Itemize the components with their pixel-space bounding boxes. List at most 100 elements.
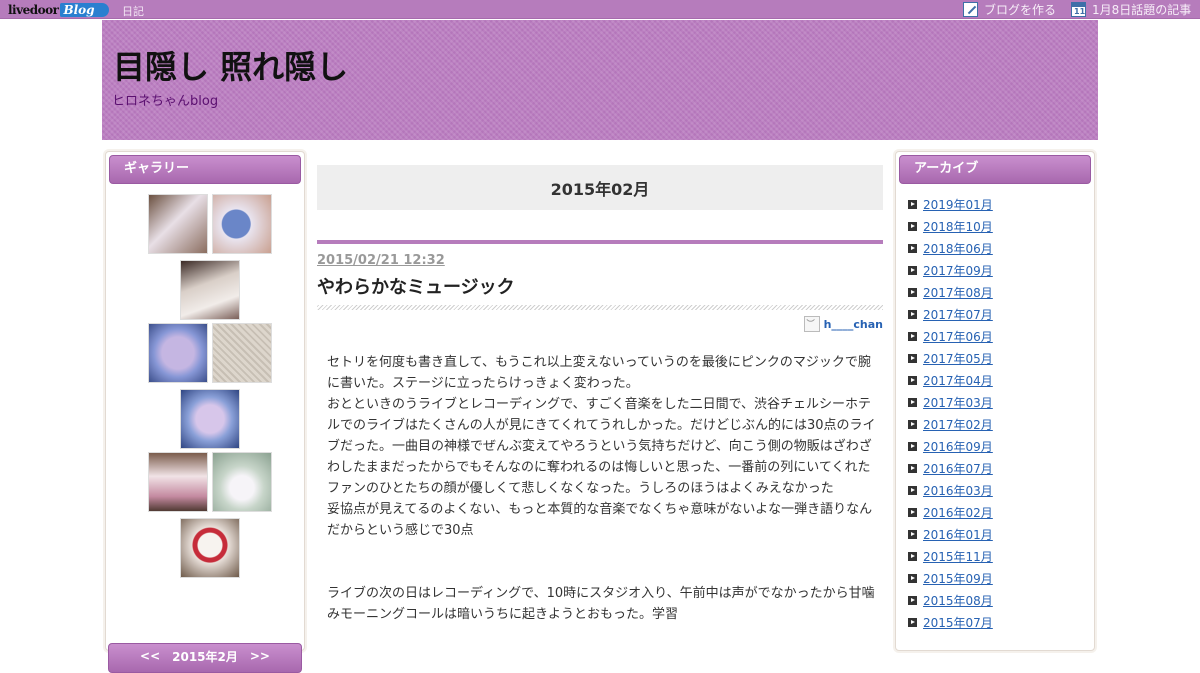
archive-month-link[interactable]: 2019年01月 xyxy=(923,196,993,213)
archive-month-link[interactable]: 2018年10月 xyxy=(923,218,993,235)
author-avatar-icon xyxy=(803,316,820,332)
calendar-next-link[interactable]: >> xyxy=(250,649,270,663)
archive-list: 2019年01月 2018年10月 2018年06月 2017年09月 2017年08月… xyxy=(896,184,1094,633)
gallery-thumbnail[interactable] xyxy=(148,452,208,512)
bullet-arrow-icon xyxy=(908,573,917,583)
bullet-arrow-icon xyxy=(908,617,917,627)
archive-month-link[interactable]: 2016年07月 xyxy=(923,460,993,477)
archive-sidebar: アーカイブ 2019年01月 2018年10月 2018年06月 2017年09月 20… xyxy=(895,151,1095,651)
archive-item: 2015年11月 xyxy=(908,545,1094,567)
archive-month-link[interactable]: 2015年11月 xyxy=(923,548,993,565)
archive-month-link[interactable]: 2017年06月 xyxy=(923,328,993,345)
bullet-arrow-icon xyxy=(908,243,917,253)
create-blog-link[interactable]: ブログを作る xyxy=(963,2,1056,17)
gallery-thumbnail[interactable] xyxy=(148,194,208,254)
pen-icon xyxy=(963,2,978,17)
archive-item: 2018年06月 xyxy=(908,237,1094,259)
bullet-arrow-icon xyxy=(908,309,917,319)
archive-item: 2018年10月 xyxy=(908,215,1094,237)
archive-month-link[interactable]: 2015年09月 xyxy=(923,570,993,587)
bullet-arrow-icon xyxy=(908,331,917,341)
bullet-arrow-icon xyxy=(908,595,917,605)
entry-author[interactable]: h____chan xyxy=(803,316,883,332)
archive-item: 2017年02月 xyxy=(908,413,1094,435)
blog-subtitle: ヒロネちゃんblog xyxy=(112,94,219,109)
archive-month-link[interactable]: 2016年01月 xyxy=(923,526,993,543)
bullet-arrow-icon xyxy=(908,419,917,429)
archive-item: 2017年08月 xyxy=(908,281,1094,303)
logo-livedoor-text: livedoor xyxy=(8,2,59,17)
archive-item: 2016年01月 xyxy=(908,523,1094,545)
gallery-thumbnail[interactable] xyxy=(212,194,272,254)
entry-datetime-link[interactable]: 2015/02/21 12:32 xyxy=(317,253,445,268)
bullet-arrow-icon xyxy=(908,221,917,231)
bullet-arrow-icon xyxy=(908,441,917,451)
archive-month-link[interactable]: 2017年04月 xyxy=(923,372,993,389)
archive-month-link[interactable]: 2016年02月 xyxy=(923,504,993,521)
archive-month-link[interactable]: 2017年09月 xyxy=(923,262,993,279)
archive-item: 2015年08月 xyxy=(908,589,1094,611)
bullet-arrow-icon xyxy=(908,199,917,209)
archive-item: 2017年04月 xyxy=(908,369,1094,391)
calendar-month-label: 2015年2月 xyxy=(172,649,238,664)
archive-month-link[interactable]: 2017年08月 xyxy=(923,284,993,301)
archive-item: 2016年03月 xyxy=(908,479,1094,501)
archive-item: 2017年06月 xyxy=(908,325,1094,347)
gallery-heading: ギャラリー xyxy=(109,155,301,184)
gallery-thumbnail[interactable] xyxy=(148,323,208,383)
entry-paragraph: 妥協点が見えてるのよくない、もっと本質的な音楽でなくちゃ意味がないよな一弾き語り… xyxy=(327,502,873,538)
archive-item: 2017年07月 xyxy=(908,303,1094,325)
livedoor-topbar: livedoor Blog 日記 ブログを作る 11 1月8日話題の記事 xyxy=(0,0,1200,19)
gallery-grid: << 2015年2月 >> xyxy=(106,184,306,673)
bullet-arrow-icon xyxy=(908,287,917,297)
gallery-thumbnail[interactable] xyxy=(180,260,240,320)
bullet-arrow-icon xyxy=(908,397,917,407)
archive-month-link[interactable]: 2017年05月 xyxy=(923,350,993,367)
diary-link[interactable]: 日記 xyxy=(122,3,144,19)
archive-item: 2017年09月 xyxy=(908,259,1094,281)
archive-month-link[interactable]: 2015年08月 xyxy=(923,592,993,609)
archive-item: 2019年01月 xyxy=(908,193,1094,215)
blog-title[interactable]: 目隠し 照れ隠し xyxy=(113,42,348,88)
month-heading: 2015年02月 xyxy=(317,165,883,210)
archive-month-link[interactable]: 2016年09月 xyxy=(923,438,993,455)
entry-divider xyxy=(317,240,883,244)
archive-month-link[interactable]: 2017年02月 xyxy=(923,416,993,433)
entry-spacer xyxy=(327,541,879,583)
gallery-thumbnail[interactable] xyxy=(180,389,240,449)
archive-heading: アーカイブ xyxy=(899,155,1091,184)
archive-item: 2016年02月 xyxy=(908,501,1094,523)
archive-item: 2016年07月 xyxy=(908,457,1094,479)
bullet-arrow-icon xyxy=(908,485,917,495)
gallery-thumbnail[interactable] xyxy=(212,452,272,512)
create-blog-label: ブログを作る xyxy=(984,3,1057,17)
archive-item: 2017年03月 xyxy=(908,391,1094,413)
entry-body: セトリを何度も書き直して、もうこれ以上変えないっていうのを最後にピンクのマジック… xyxy=(327,352,879,625)
archive-item: 2016年09月 xyxy=(908,435,1094,457)
archive-month-link[interactable]: 2017年07月 xyxy=(923,306,993,323)
entry-hatch-divider xyxy=(317,305,883,310)
archive-month-link[interactable]: 2016年03月 xyxy=(923,482,993,499)
entry-paragraph: おとといきのうライブとレコーディングで、すごく音楽をした二日間で、渋谷チェルシー… xyxy=(327,397,876,496)
entry-title: やわらかなミュージック xyxy=(317,277,515,298)
gallery-thumbnail[interactable] xyxy=(212,323,272,383)
bullet-arrow-icon xyxy=(908,529,917,539)
archive-month-link[interactable]: 2015年07月 xyxy=(923,614,993,631)
topic-articles-label: 1月8日話題の記事 xyxy=(1092,3,1192,17)
bullet-arrow-icon xyxy=(908,265,917,275)
livedoor-blog-logo[interactable]: livedoor Blog xyxy=(8,1,109,18)
logo-blog-text: Blog xyxy=(60,2,109,17)
author-name: h____chan xyxy=(823,317,883,331)
entry-paragraph: セトリを何度も書き直して、もうこれ以上変えないっていうのを最後にピンクのマジック… xyxy=(327,355,871,391)
archive-month-link[interactable]: 2018年06月 xyxy=(923,240,993,257)
calendar-header: << 2015年2月 >> xyxy=(108,643,302,673)
bullet-arrow-icon xyxy=(908,375,917,385)
archive-month-link[interactable]: 2017年03月 xyxy=(923,394,993,411)
entry-paragraph: ライブの次の日はレコーディングで、10時にスタジオ入り、午前中は声がでなかったか… xyxy=(327,586,875,622)
gallery-thumbnail[interactable] xyxy=(180,518,240,578)
topic-articles-link[interactable]: 11 1月8日話題の記事 xyxy=(1071,2,1191,17)
blog-header: 目隠し 照れ隠し ヒロネちゃんblog xyxy=(102,20,1098,140)
calendar-prev-link[interactable]: << xyxy=(140,649,160,663)
gallery-sidebar: ギャラリー << 2015年2月 >> xyxy=(105,151,306,673)
calendar-icon: 11 xyxy=(1071,2,1086,17)
